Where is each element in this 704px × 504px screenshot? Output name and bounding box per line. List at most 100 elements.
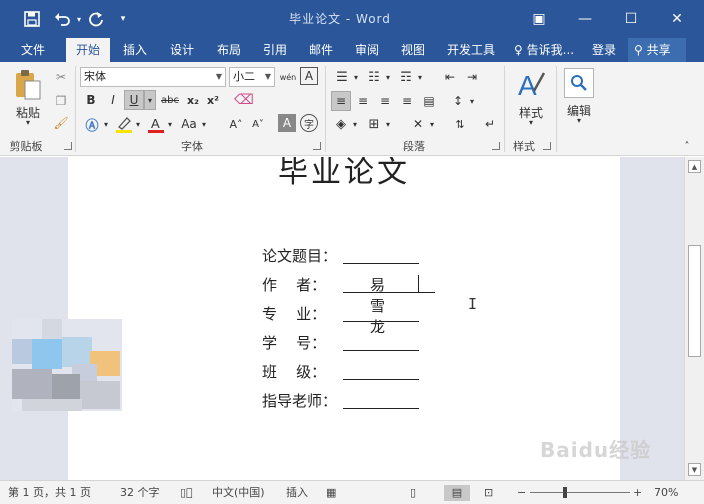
italic-button[interactable]: I <box>104 90 122 110</box>
text-effects-dropdown-icon[interactable]: ▾ <box>102 114 110 134</box>
field-value[interactable]: 易雪龙 <box>370 274 385 337</box>
font-size-combo[interactable]: 小二 ▼ <box>229 67 275 87</box>
tab-developer[interactable]: 开发工具 <box>438 38 504 62</box>
tab-references[interactable]: 引用 <box>254 38 296 62</box>
change-case-button[interactable]: Aa <box>178 114 200 134</box>
shrink-font-button[interactable]: A˅ <box>248 114 268 134</box>
zoom-in-button[interactable]: + <box>633 485 642 501</box>
increase-indent-icon[interactable]: ⇥ <box>462 67 482 87</box>
vertical-scrollbar[interactable]: ▲ ▼ <box>684 157 704 480</box>
tab-mailings[interactable]: 邮件 <box>300 38 342 62</box>
collapse-ribbon-icon[interactable]: ˄ <box>680 140 694 152</box>
paste-dropdown-icon[interactable]: ▾ <box>8 118 48 127</box>
format-painter-icon[interactable]: 🖌 <box>52 114 70 132</box>
phonetic-guide-icon[interactable]: wén <box>278 67 298 87</box>
change-case-dropdown-icon[interactable]: ▾ <box>200 114 208 134</box>
paragraph-launcher-icon[interactable] <box>492 142 500 150</box>
save-icon[interactable] <box>22 9 42 29</box>
document-heading[interactable]: 毕业论文 <box>278 157 410 191</box>
line-spacing-dropdown-icon[interactable]: ▾ <box>468 91 476 111</box>
insert-mode-indicator[interactable]: 插入 <box>286 485 308 501</box>
character-shading-button[interactable]: A <box>278 114 296 132</box>
read-mode-icon[interactable]: ▯ <box>410 485 416 501</box>
superscript-button[interactable]: x² <box>204 90 222 110</box>
paste-icon[interactable] <box>10 68 46 102</box>
clear-formatting-icon[interactable]: ⌫ <box>234 90 254 110</box>
justify-icon[interactable]: ≡ <box>397 91 417 111</box>
highlight-icon[interactable] <box>114 114 134 134</box>
document-area[interactable]: 毕业论文 论文题目： 作 者： 易雪龙 专 业： 学 号： 班 级： 指导老师：… <box>0 157 684 480</box>
underline-dropdown-icon[interactable]: ▾ <box>144 90 156 110</box>
shading-icon[interactable]: ◈ <box>331 114 351 134</box>
sort-icon[interactable]: ⇅ <box>450 114 470 134</box>
web-layout-icon[interactable]: ⊡ <box>484 485 493 501</box>
strikethrough-button[interactable]: abc <box>158 90 182 110</box>
highlight-dropdown-icon[interactable]: ▾ <box>134 114 142 134</box>
editing-dropdown-icon[interactable]: ▾ <box>560 116 598 125</box>
undo-dropdown-icon[interactable]: ▾ <box>74 9 84 29</box>
minimize-button[interactable]: — <box>562 0 608 38</box>
font-launcher-icon[interactable] <box>313 142 321 150</box>
borders-icon[interactable]: ⊞ <box>364 114 384 134</box>
show-marks-icon[interactable]: ↵ <box>480 114 500 134</box>
zoom-slider[interactable] <box>530 492 630 493</box>
close-button[interactable]: ✕ <box>654 0 700 38</box>
cut-icon[interactable]: ✂ <box>52 68 70 86</box>
text-effects-icon[interactable]: Ⓐ <box>82 114 102 134</box>
redo-icon[interactable] <box>86 9 106 29</box>
tell-me-box[interactable]: ♀ 告诉我... <box>514 38 574 62</box>
sign-in-link[interactable]: 登录 <box>592 38 616 62</box>
scroll-up-icon[interactable]: ▲ <box>688 160 701 173</box>
bullets-dropdown-icon[interactable]: ▾ <box>352 67 360 87</box>
scroll-down-icon[interactable]: ▼ <box>688 463 701 476</box>
shading-dropdown-icon[interactable]: ▾ <box>351 114 359 134</box>
font-name-combo[interactable]: 宋体 ▼ <box>80 67 226 87</box>
tab-insert[interactable]: 插入 <box>114 38 156 62</box>
bold-button[interactable]: B <box>82 90 100 110</box>
borders-dropdown-icon[interactable]: ▾ <box>384 114 392 134</box>
chinese-layout-dropdown-icon[interactable]: ▾ <box>428 114 436 134</box>
underline-button[interactable]: U <box>124 90 144 110</box>
undo-icon[interactable] <box>52 9 74 29</box>
share-button[interactable]: ⚲ 共享 <box>628 38 686 62</box>
align-right-icon[interactable]: ≡ <box>375 91 395 111</box>
scroll-thumb[interactable] <box>688 245 701 357</box>
search-icon[interactable] <box>564 68 594 98</box>
tab-review[interactable]: 审阅 <box>346 38 388 62</box>
language-indicator[interactable]: 中文(中国) <box>212 485 265 501</box>
chinese-layout-icon[interactable]: ✕ <box>408 114 428 134</box>
line-spacing-icon[interactable]: ↕ <box>448 91 468 111</box>
macro-icon[interactable]: ▦ <box>326 485 336 501</box>
word-count[interactable]: 32 个字 <box>120 485 160 501</box>
ribbon-display-options-icon[interactable]: ▣ <box>516 0 562 38</box>
tab-home[interactable]: 开始 <box>66 38 110 63</box>
document-page[interactable]: 毕业论文 论文题目： 作 者： 易雪龙 专 业： 学 号： 班 级： 指导老师： <box>68 157 620 480</box>
zoom-out-button[interactable]: − <box>517 485 526 501</box>
numbering-icon[interactable]: ☷ <box>364 67 384 87</box>
clipboard-launcher-icon[interactable] <box>64 142 72 150</box>
subscript-button[interactable]: x₂ <box>184 90 202 110</box>
tab-design[interactable]: 设计 <box>160 38 204 62</box>
align-center-icon[interactable]: ≡ <box>353 91 373 111</box>
print-layout-icon[interactable]: ▤ <box>444 485 470 501</box>
styles-dropdown-icon[interactable]: ▾ <box>510 118 552 127</box>
font-color-icon[interactable]: A <box>146 114 166 134</box>
zoom-slider-thumb[interactable] <box>563 487 567 498</box>
copy-icon[interactable]: ❐ <box>52 92 70 110</box>
distributed-icon[interactable]: ▤ <box>419 91 439 111</box>
bullets-icon[interactable]: ☰ <box>332 67 352 87</box>
font-color-dropdown-icon[interactable]: ▾ <box>166 114 174 134</box>
proofing-icon[interactable]: ▯⃞ <box>180 485 193 501</box>
zoom-level[interactable]: 70% <box>654 485 678 501</box>
tab-view[interactable]: 视图 <box>392 38 434 62</box>
multilevel-list-icon[interactable]: ☶ <box>396 67 416 87</box>
grow-font-button[interactable]: A˄ <box>226 114 246 134</box>
enclose-characters-button[interactable]: 字 <box>300 114 318 132</box>
page-count[interactable]: 第 1 页，共 1 页 <box>8 485 91 501</box>
styles-icon[interactable]: A <box>514 68 548 102</box>
numbering-dropdown-icon[interactable]: ▾ <box>384 67 392 87</box>
multilevel-dropdown-icon[interactable]: ▾ <box>416 67 424 87</box>
tab-layout[interactable]: 布局 <box>208 38 250 62</box>
tab-file[interactable]: 文件 <box>10 38 56 62</box>
decrease-indent-icon[interactable]: ⇤ <box>440 67 460 87</box>
